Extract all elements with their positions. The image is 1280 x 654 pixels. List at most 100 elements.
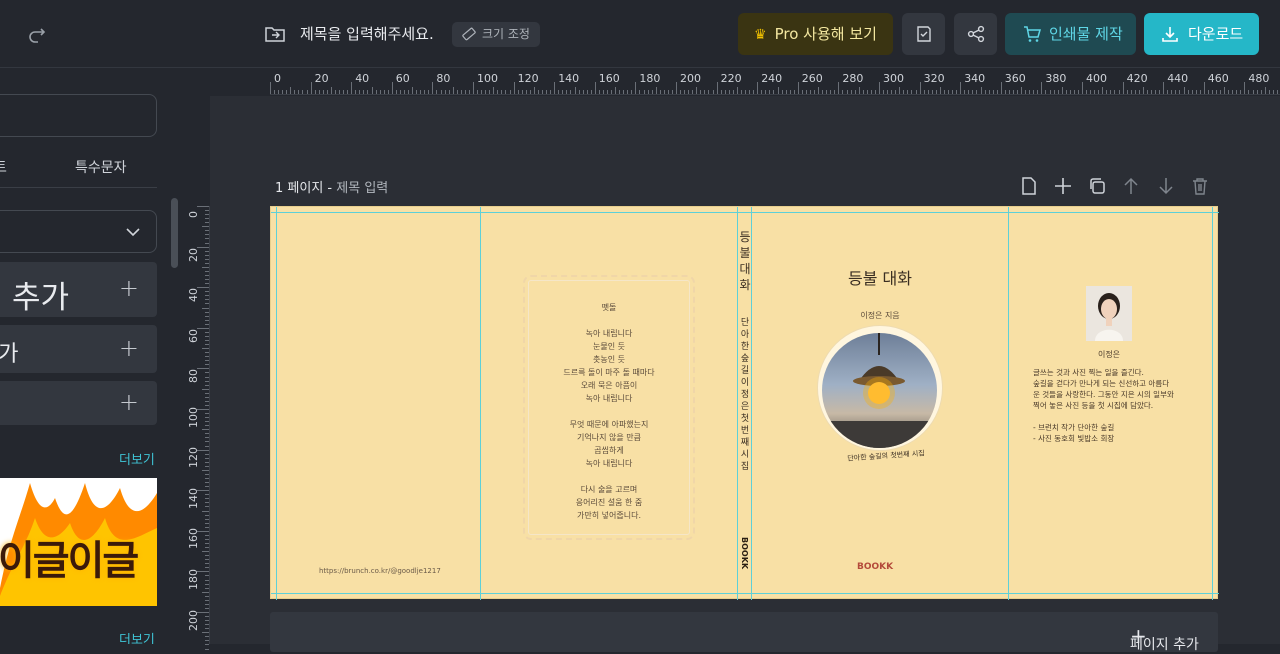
sidebar-scrollbar[interactable] (171, 198, 178, 268)
ruler-tick (205, 238, 209, 240)
search-input[interactable] (0, 94, 157, 137)
add-page-button[interactable]: + 페이지 추가 (270, 612, 1218, 653)
ruler-tick (785, 90, 787, 94)
add-page-icon[interactable] (1053, 176, 1073, 196)
ruler-tick (436, 90, 438, 94)
ruler-tick (205, 344, 209, 346)
redo-icon[interactable] (26, 24, 48, 46)
ruler-tick (939, 87, 941, 94)
ruler-tick (205, 599, 209, 601)
ruler-tick (647, 90, 649, 94)
ruler-tick (205, 640, 209, 642)
download-button[interactable]: 다운로드 (1144, 13, 1259, 55)
ruler-tick (205, 275, 209, 277)
ruler-tick (197, 449, 209, 451)
ruler-tick (793, 90, 795, 94)
ruler-tick (1012, 90, 1014, 94)
ruler-tick-label: 480 (1248, 72, 1270, 85)
ruler-tick (1017, 90, 1019, 94)
document-title-input[interactable]: 제목을 입력해주세요. (300, 23, 434, 44)
ruler-tick (205, 624, 209, 626)
try-pro-button[interactable]: ♛ Pro 사용해 보기 (738, 13, 893, 55)
ruler-tick (205, 319, 209, 321)
ruler-tick-label: 460 (1207, 72, 1229, 85)
page-title[interactable]: 1 페이지 - 제목 입력 (275, 177, 388, 196)
ruler-tick (598, 90, 600, 94)
tab-text[interactable]: 트 (0, 157, 7, 177)
ruler-tick (1134, 90, 1136, 94)
ruler-tick (879, 82, 880, 94)
ruler-tick (202, 632, 209, 634)
text-style-preview[interactable]: 이글이글 (0, 478, 157, 606)
ruler-tick (270, 82, 271, 94)
trash-icon[interactable] (1190, 176, 1210, 196)
ruler-tick (590, 90, 592, 94)
ruler-tick (205, 323, 209, 325)
move-down-icon[interactable] (1156, 176, 1176, 196)
ruler-tick (781, 90, 783, 94)
ruler-tick-label: 40 (187, 288, 200, 303)
ruler-tick (205, 258, 209, 260)
ruler-tick-label: 140 (558, 72, 580, 85)
ruler-tick (205, 461, 209, 463)
ruler-tick (205, 299, 209, 301)
move-up-icon[interactable] (1121, 176, 1141, 196)
page-title-input[interactable]: 제목 입력 (336, 181, 388, 196)
ruler-tick (1159, 90, 1161, 94)
add-subheading-button[interactable]: 추가 + (0, 325, 157, 373)
ruler-tick (809, 90, 811, 94)
bio-line: - 브런치 작가 단아한 숲길 (1033, 423, 1115, 432)
ruler-tick (205, 579, 209, 581)
blank-page-icon[interactable] (1019, 176, 1039, 196)
ruler-tick (205, 607, 209, 609)
tab-special-characters[interactable]: 특수문자 (75, 157, 127, 177)
ruler-tick (444, 90, 446, 94)
resize-label: 크기 조정 (482, 27, 530, 41)
ruler-tick (745, 90, 747, 94)
ruler-tick (1053, 90, 1055, 94)
folder-icon[interactable] (264, 24, 286, 44)
ruler-tick (202, 226, 209, 228)
ruler-tick (205, 242, 209, 244)
ruler-tick (1252, 90, 1254, 94)
ruler-tick (330, 87, 332, 94)
ruler-tick (635, 82, 637, 94)
ruler-tick (456, 90, 458, 94)
ruler-tick-label: 20 (187, 247, 200, 262)
add-body-text-button[interactable]: + (0, 381, 157, 425)
ruler-tick (205, 587, 209, 589)
ruler-tick (205, 636, 209, 638)
more-link[interactable]: 더보기 (119, 629, 155, 644)
book-cover-spread[interactable]: 뗏돌 녹아 내립니다 눈물인 듯 촛농인 듯 드르륵 돌이 마주 돌 때마다 오래 묵은 … (270, 206, 1219, 600)
ruler-tick (578, 90, 580, 94)
chevron-down-icon (126, 228, 140, 237)
font-select[interactable] (0, 210, 157, 253)
add-heading-button[interactable]: 추가 + (0, 262, 157, 317)
ruler-tick (205, 526, 209, 528)
ruler-tick (290, 87, 292, 94)
ruler-tick (326, 90, 328, 94)
ruler-tick (801, 90, 803, 94)
poem-line: 뗏돌 (601, 303, 617, 312)
bio-line: 숲길을 걷다가 만나게 되는 신선하고 아름다 (1033, 379, 1170, 388)
ruler-tick (903, 90, 905, 94)
save-button[interactable] (902, 13, 945, 55)
print-order-button[interactable]: 인쇄물 제작 (1005, 13, 1136, 55)
ruler-tick-label: 60 (395, 72, 410, 85)
ruler-tick (1138, 90, 1140, 94)
ruler-tick (976, 90, 978, 94)
ruler-tick (757, 82, 759, 94)
ruler-tick (789, 90, 791, 94)
duplicate-page-icon[interactable] (1087, 176, 1107, 196)
share-button[interactable] (954, 13, 997, 55)
ruler-tick (205, 295, 209, 297)
resize-button[interactable]: 크기 조정 (452, 22, 540, 47)
ruler-tick (197, 206, 209, 207)
more-link[interactable]: 더보기 (119, 449, 155, 468)
ruler-tick (205, 620, 209, 622)
plus-icon: + (118, 274, 139, 302)
ruler-tick (197, 530, 209, 532)
side-panel: 트 특수문자 추가 + 추가 + + 더보기 이글이글 더보기 (0, 69, 170, 644)
ruler-tick-label: 200 (680, 72, 701, 85)
ruler-tick (197, 246, 209, 248)
